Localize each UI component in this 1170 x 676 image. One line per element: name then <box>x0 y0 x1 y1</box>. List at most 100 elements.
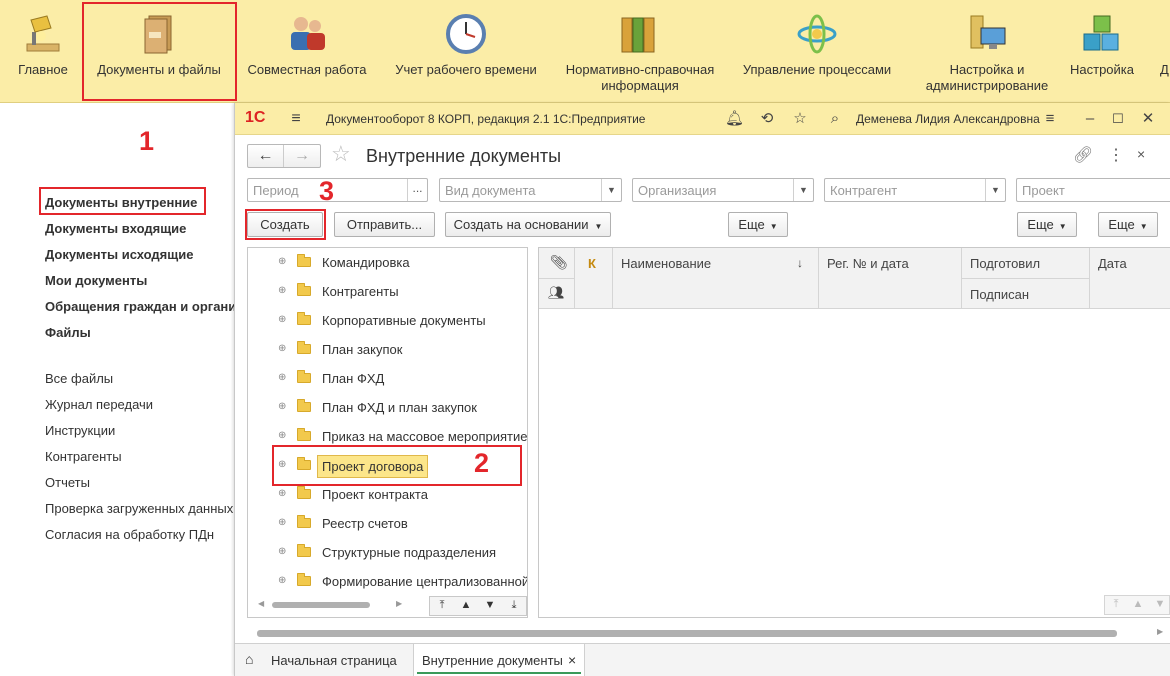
scroll-left-icon[interactable]: ◀ <box>258 599 264 608</box>
section-main[interactable]: Главное <box>8 0 78 103</box>
close-window-icon[interactable]: ✕ <box>1139 110 1157 128</box>
folder-icon <box>297 573 311 586</box>
expand-icon[interactable]: ⊕ <box>278 343 286 355</box>
tree-item[interactable]: ⊕ Контрагенты <box>248 277 527 306</box>
chevron-down-icon[interactable]: ▼ <box>601 179 621 201</box>
counterparty-field[interactable]: Контрагент ▼ <box>824 178 1006 202</box>
participants-column-header[interactable]: 👥︎ <box>539 279 575 309</box>
section-process-management[interactable]: Управление процессами <box>738 0 896 103</box>
expand-icon[interactable]: ⊕ <box>278 314 286 326</box>
page-down-icon[interactable]: ▼ <box>1149 598 1170 610</box>
expand-icon[interactable]: ⊕ <box>278 575 286 587</box>
period-select-button[interactable]: ... <box>407 179 427 201</box>
first-page-icon[interactable]: ⤒ <box>1105 598 1127 611</box>
star-icon[interactable]: ☆ <box>791 110 809 128</box>
column-header-name[interactable]: Наименование ↓ <box>613 248 819 309</box>
history-icon[interactable]: ⟲ <box>758 110 776 128</box>
nav-my-documents[interactable]: Мои документы <box>45 273 147 288</box>
first-page-icon[interactable]: ⤒ <box>430 599 454 612</box>
expand-icon[interactable]: ⊕ <box>278 488 286 500</box>
tree-item[interactable]: ⊕ План ФХД и план закупок <box>248 393 527 422</box>
section-admin[interactable]: Настройка и администрирование <box>920 0 1054 103</box>
doc-type-field[interactable]: Вид документа ▼ <box>439 178 622 202</box>
chevron-down-icon[interactable]: ▼ <box>793 179 813 201</box>
tree-item[interactable]: ⊕ Формирование централизованной <box>248 567 527 596</box>
section-time-tracking[interactable]: Учет рабочего времени <box>392 0 540 103</box>
expand-icon[interactable]: ⊕ <box>278 546 286 558</box>
user-name[interactable]: Деменева Лидия Александровна <box>856 112 1040 126</box>
expand-icon[interactable]: ⊕ <box>278 517 286 529</box>
close-tab-icon[interactable]: × <box>568 652 576 668</box>
maximize-icon[interactable]: ☐ <box>1109 110 1127 128</box>
sort-arrow-icon[interactable]: ↓ <box>797 256 803 270</box>
nav-counterparties[interactable]: Контрагенты <box>45 449 122 464</box>
tree-hscrollbar[interactable] <box>272 602 370 608</box>
section-reference-info[interactable]: Нормативно-справочная информация <box>560 0 720 103</box>
send-button[interactable]: Отправить... <box>334 212 435 237</box>
settings-lines-icon[interactable]: ≡ <box>1041 110 1059 128</box>
section-more[interactable]: Д <box>1160 0 1170 103</box>
forward-arrow-icon[interactable]: → <box>284 145 320 167</box>
tree-item[interactable]: ⊕ Командировка <box>248 248 527 277</box>
search-icon[interactable]: ⌕ <box>826 110 844 128</box>
last-page-icon[interactable]: ⤓ <box>502 599 526 612</box>
expand-icon[interactable]: ⊕ <box>278 285 286 297</box>
scroll-right-icon[interactable]: ▶ <box>1157 627 1163 636</box>
scroll-right-icon[interactable]: ▶ <box>396 599 402 608</box>
reg-label: Рег. № и дата <box>827 256 909 271</box>
tree-item[interactable]: ⊕ План закупок <box>248 335 527 364</box>
nav-pd-consents[interactable]: Согласия на обработку ПДн <box>45 527 214 542</box>
more-vertical-icon[interactable]: ⋮ <box>1108 145 1124 165</box>
tree-item[interactable]: ⊕ План ФХД <box>248 364 527 393</box>
column-header-date[interactable]: Дата <box>1090 248 1170 309</box>
project-field[interactable]: Проект <box>1016 178 1170 202</box>
tab-internal-documents[interactable]: Внутренние документы × <box>413 644 585 676</box>
nav-incoming-documents[interactable]: Документы входящие <box>45 221 186 236</box>
tab-internal-label: Внутренние документы <box>422 653 563 668</box>
tree-nav-buttons: ⤒ ▲ ▼ ⤓ <box>429 596 527 616</box>
column-header-signed[interactable]: Подписан <box>962 279 1090 309</box>
expand-icon[interactable]: ⊕ <box>278 401 286 413</box>
nav-outgoing-documents[interactable]: Документы исходящие <box>45 247 193 262</box>
tab-home-label: Начальная страница <box>271 653 397 668</box>
column-header-k[interactable]: К <box>575 248 613 309</box>
column-header-prepared[interactable]: Подготовил <box>962 248 1090 279</box>
chevron-down-icon[interactable]: ▼ <box>985 179 1005 201</box>
column-header-reg[interactable]: Рег. № и дата <box>819 248 962 309</box>
back-arrow-icon[interactable]: ← <box>248 145 284 167</box>
hscroll-thumb[interactable] <box>257 630 1117 637</box>
create-based-on-button[interactable]: Создать на основании ▼ <box>445 212 611 237</box>
window-hscrollbar[interactable]: ▶ <box>247 627 1170 638</box>
expand-icon[interactable]: ⊕ <box>278 430 286 442</box>
tree-item[interactable]: ⊕ Структурные подразделения <box>248 538 527 567</box>
period-field[interactable]: Период ... <box>247 178 428 202</box>
expand-icon[interactable]: ⊕ <box>278 256 286 268</box>
bell-icon[interactable]: 🔔︎ <box>725 110 744 128</box>
section-settings[interactable]: Настройка <box>1064 0 1140 103</box>
link-icon[interactable]: 🔗︎ <box>1073 145 1093 165</box>
more-button-tree[interactable]: Еще ▼ <box>728 212 788 237</box>
nav-instructions[interactable]: Инструкции <box>45 423 115 438</box>
tree-item[interactable]: ⊕ Корпоративные документы <box>248 306 527 335</box>
tree-item[interactable]: ⊕ Реестр счетов <box>248 509 527 538</box>
nav-reports[interactable]: Отчеты <box>45 475 90 490</box>
nav-all-files[interactable]: Все файлы <box>45 371 113 386</box>
page-down-icon[interactable]: ▼ <box>478 599 502 611</box>
more-button-list[interactable]: Еще ▼ <box>1017 212 1077 237</box>
minimize-icon[interactable]: – <box>1081 110 1099 128</box>
nav-data-check[interactable]: Проверка загруженных данных <box>45 501 233 516</box>
nav-files[interactable]: Файлы <box>45 325 91 340</box>
nav-citizen-requests[interactable]: Обращения граждан и организаций <box>45 299 234 314</box>
expand-icon[interactable]: ⊕ <box>278 372 286 384</box>
more-button-right[interactable]: Еще ▼ <box>1098 212 1158 237</box>
attachment-column-header[interactable]: 📎︎ <box>539 248 575 279</box>
close-form-icon[interactable]: × <box>1137 146 1145 162</box>
favorite-star-icon[interactable]: ☆ <box>331 141 351 167</box>
section-collaboration[interactable]: Совместная работа <box>246 0 368 103</box>
page-up-icon[interactable]: ▲ <box>454 599 478 611</box>
hamburger-menu-icon[interactable]: ≡ <box>287 110 305 128</box>
page-up-icon[interactable]: ▲ <box>1127 598 1149 610</box>
nav-transfer-journal[interactable]: Журнал передачи <box>45 397 153 412</box>
tab-home[interactable]: ⌂ Начальная страница <box>235 644 409 676</box>
organization-field[interactable]: Организация ▼ <box>632 178 814 202</box>
